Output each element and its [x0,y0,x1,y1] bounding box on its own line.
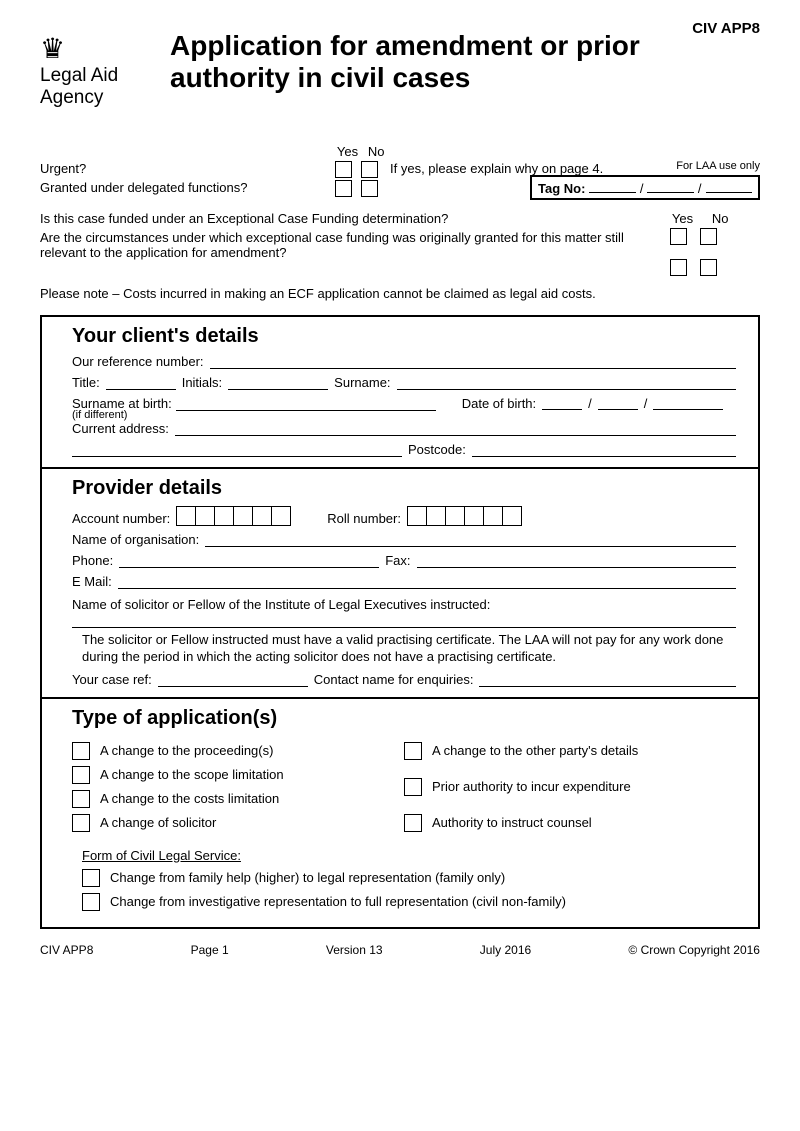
birth-surname-field[interactable] [176,397,436,411]
civil-label: Form of Civil Legal Service: [82,848,736,863]
header: CIV APP8 ♛ Legal Aid Agency Application … [40,30,760,109]
reference-field[interactable] [210,355,736,369]
chk-scope[interactable] [72,766,90,784]
tag-field-1[interactable] [589,192,635,193]
provider-title: Provider details [72,477,736,500]
ecf1-no-checkbox[interactable] [700,228,717,245]
yes-no-header: Yes No [335,144,760,159]
urgent-note: If yes, please explain why on page 4. [390,161,603,176]
ecf1-yes-checkbox[interactable] [670,228,687,245]
fax-field[interactable] [417,554,737,568]
chk-family-help[interactable] [82,869,100,887]
chk-other-party[interactable] [404,742,422,760]
dob-m[interactable] [598,396,638,410]
address-field-2[interactable] [72,443,402,457]
postcode-field[interactable] [472,443,736,457]
solicitor-note: The solicitor or Fellow instructed must … [72,632,736,666]
chk-counsel[interactable] [404,814,422,832]
ecf2-yes-checkbox[interactable] [670,259,687,276]
chk-proceedings[interactable] [72,742,90,760]
ecf2-no-checkbox[interactable] [700,259,717,276]
ecf-note: Please note – Costs incurred in making a… [40,286,760,301]
chk-costs[interactable] [72,790,90,808]
tag-no-box: Tag No: / / [530,175,760,200]
delegated-no-checkbox[interactable] [361,180,378,197]
crest-icon: ♛ [40,35,155,63]
logo: ♛ Legal Aid Agency [40,30,155,109]
apps-title: Type of application(s) [72,707,736,730]
chk-investigative[interactable] [82,893,100,911]
roll-number-field[interactable] [407,506,522,526]
ecf-questions: Is this case funded under an Exceptional… [40,211,760,301]
solicitor-field[interactable] [72,614,736,628]
agency-name: Legal Aid Agency [40,65,155,109]
chk-prior-authority[interactable] [404,778,422,796]
tag-label: Tag No: [538,181,585,196]
tag-field-3[interactable] [706,192,752,193]
ecf-q1: Is this case funded under an Exceptional… [40,211,660,226]
laa-use-label: For LAA use only [676,160,760,172]
title-field[interactable] [106,376,176,390]
address-field[interactable] [175,422,736,436]
caseref-field[interactable] [158,673,308,687]
form-title: Application for amendment or prior autho… [170,30,760,94]
account-number-field[interactable] [176,506,291,526]
dob-y[interactable] [653,396,723,410]
form-code: CIV APP8 [692,20,760,37]
chk-solicitor[interactable] [72,814,90,832]
tag-field-2[interactable] [647,192,693,193]
delegated-yes-checkbox[interactable] [335,180,352,197]
main-panel: Your client's details Our reference numb… [40,315,760,929]
ecf-q2: Are the circumstances under which except… [40,230,660,260]
email-field[interactable] [118,575,736,589]
urgent-label: Urgent? [40,161,335,176]
urgent-no-checkbox[interactable] [361,161,378,178]
delegated-label: Granted under delegated functions? [40,180,335,195]
dob-d[interactable] [542,396,582,410]
provider-section: Provider details Account number: Roll nu… [42,469,758,699]
surname-field[interactable] [397,376,736,390]
contact-field[interactable] [479,673,736,687]
client-title: Your client's details [72,325,736,348]
urgent-yes-checkbox[interactable] [335,161,352,178]
org-field[interactable] [205,533,736,547]
initials-field[interactable] [228,376,328,390]
client-section: Your client's details Our reference numb… [42,317,758,469]
application-type-section: Type of application(s) A change to the p… [42,699,758,927]
footer: CIV APP8 Page 1 Version 13 July 2016 © C… [40,943,760,957]
phone-field[interactable] [119,554,379,568]
